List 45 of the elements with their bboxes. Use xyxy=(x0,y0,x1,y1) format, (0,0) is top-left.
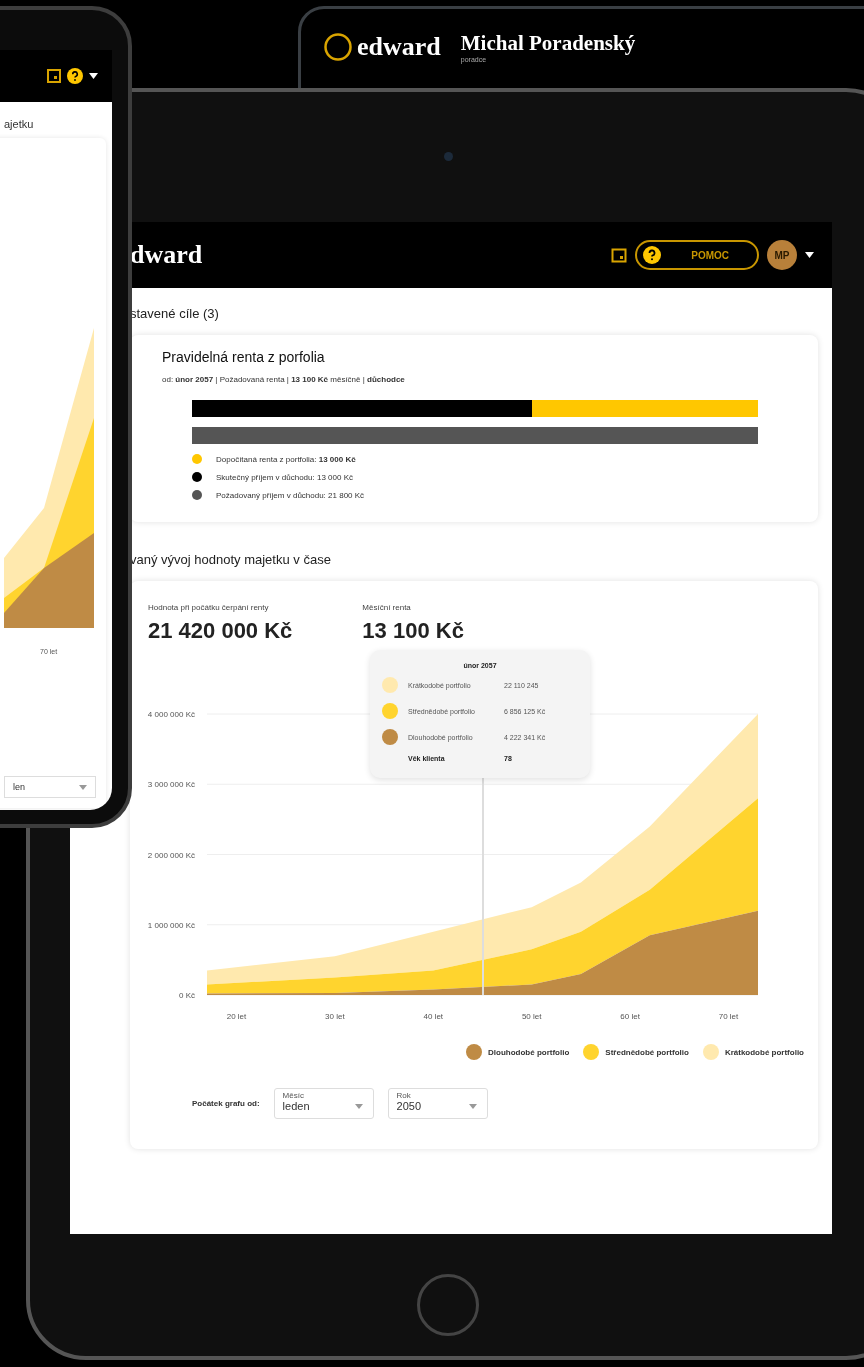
x-tick-label: 50 let xyxy=(521,1012,542,1021)
ring-logo-icon xyxy=(323,32,353,62)
caret-icon xyxy=(79,784,87,790)
calendar-icon[interactable] xyxy=(611,247,628,263)
stat-value: 13 100 Kč xyxy=(362,618,464,644)
y-tick-label: 0 Kč xyxy=(179,991,195,1000)
legend-text: Krátkodobé portfolio xyxy=(724,1047,804,1057)
select-field[interactable]: len xyxy=(4,776,96,798)
caret-icon[interactable] xyxy=(805,252,814,258)
stat-value: 21 420 000 Kč xyxy=(148,618,293,644)
y-tick-label: 1 000 000 Kč xyxy=(147,920,195,930)
y-tick-label: 4 000 000 Kč xyxy=(147,710,195,719)
camera-icon xyxy=(444,152,453,161)
select-field[interactable]: Rok 2050 xyxy=(387,1088,488,1119)
stat-label: Hodnota při počátku čerpání renty xyxy=(148,603,270,612)
y-tick-label: 2 000 000 Kč xyxy=(147,850,195,860)
goal-title: Pravidelná renta z porfolia xyxy=(162,349,326,365)
legend-text: Požadovaný příjem v důchodu: 21 800 Kč xyxy=(216,490,365,500)
legend-text: Střednědobé portfolio xyxy=(605,1047,689,1057)
x-tick-label: 30 let xyxy=(325,1012,345,1021)
section-title: stavené cíle (3) xyxy=(130,306,220,321)
calendar-icon[interactable] xyxy=(47,69,61,83)
x-tick-label: 40 let xyxy=(423,1012,444,1021)
logo-text: edward xyxy=(357,32,441,62)
user-avatar[interactable]: MP xyxy=(767,240,797,270)
help-button[interactable]: POMOC xyxy=(635,240,759,270)
caret-icon[interactable] xyxy=(89,73,98,79)
x-tick-label: 70 let xyxy=(718,1012,739,1021)
caret-icon xyxy=(354,1103,363,1109)
legend-text: Skutečný příjem v důchodu: 13 000 Kč xyxy=(216,472,353,482)
user-name: Michal Poradenský xyxy=(460,31,636,56)
start-label: Počátek grafu od: xyxy=(192,1099,260,1108)
x-tick-label: 60 let xyxy=(620,1012,640,1021)
help-icon[interactable] xyxy=(67,68,83,84)
logo-text: dward xyxy=(130,240,203,270)
stat-label: Měsíční renta xyxy=(362,603,412,612)
legend-text: Dlouhodobé portfolio xyxy=(488,1047,570,1057)
section-title: ajetku xyxy=(3,117,35,132)
help-icon xyxy=(643,246,662,264)
select-field[interactable]: Měsíc leden xyxy=(273,1088,374,1119)
y-tick-label: 3 000 000 Kč xyxy=(147,780,195,790)
legend-text: Dopočítaná renta z portfolia: 13 000 Kč xyxy=(216,454,356,464)
caret-icon xyxy=(468,1103,477,1109)
goal-subtitle: od: únor 2057 | Požadovaná renta | 13 100 Kč měsíčně | důchodce xyxy=(162,375,406,384)
x-tick-label: 20 let xyxy=(226,1012,247,1021)
